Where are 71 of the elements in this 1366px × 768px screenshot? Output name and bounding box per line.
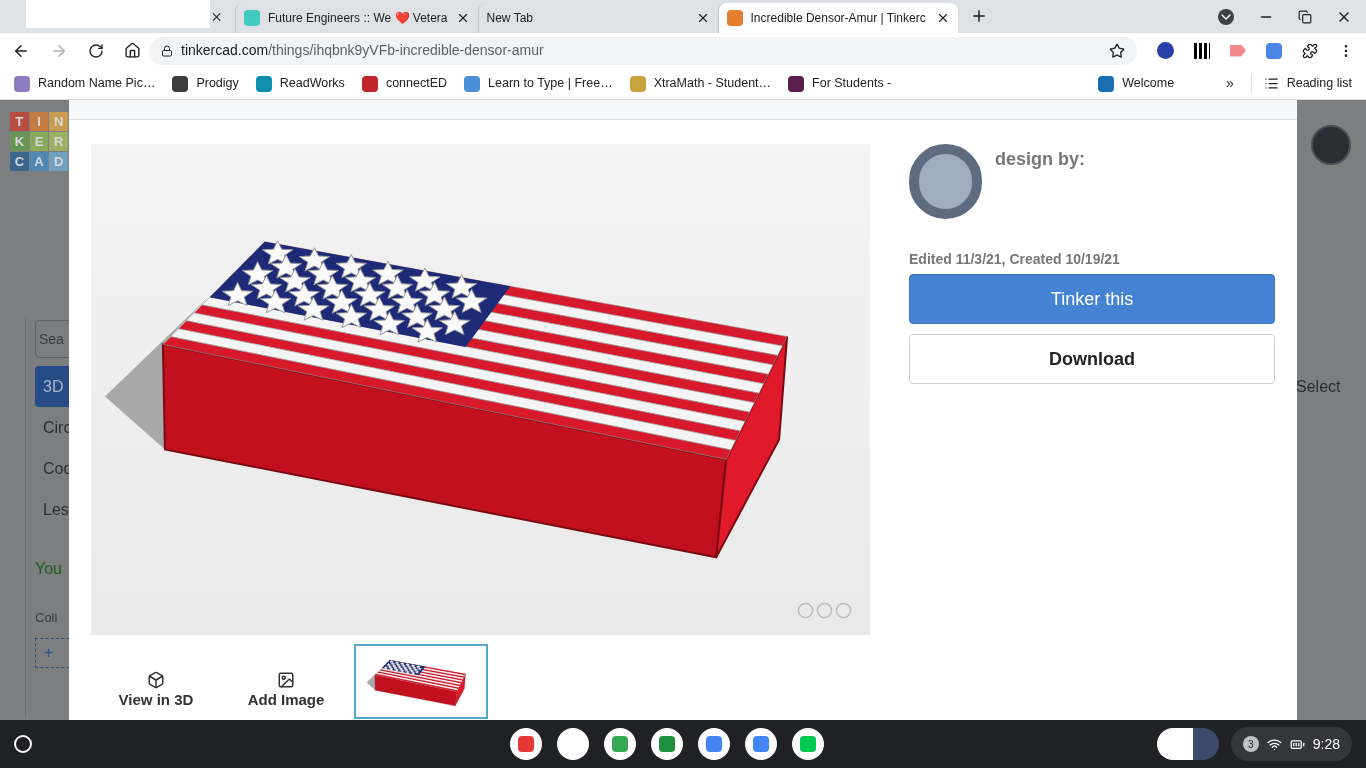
clock: 9:28 [1312, 734, 1340, 754]
app-icon[interactable] [651, 728, 683, 760]
download-button[interactable]: Download [909, 334, 1275, 384]
edit-dates: Edited 11/3/21, Created 10/19/21 [909, 250, 1121, 269]
tab-search-icon[interactable] [1218, 9, 1234, 25]
wifi-icon [1266, 736, 1282, 752]
reading-list-button[interactable]: Reading list [1250, 74, 1352, 93]
bookmark-link[interactable]: Learn to Type | Free… [464, 74, 613, 93]
bookmark-favicon-icon [464, 75, 481, 92]
bookmark-favicon-icon [788, 75, 805, 92]
logo-letter: I [29, 112, 49, 131]
tab-title: Future Engineers :: We ❤ Vetera [268, 10, 448, 27]
notification-count: 3 [1242, 736, 1259, 752]
logo-letter: C [10, 152, 29, 171]
bookmark-favicon-icon [1098, 75, 1115, 92]
select-label: Select [1296, 377, 1341, 397]
bookmark-favicon-icon [255, 75, 272, 92]
bookmark-link[interactable]: For Students - [788, 74, 892, 93]
bookmark-favicon-icon [172, 75, 189, 92]
picture-icon [277, 670, 295, 689]
bookmark-link[interactable]: XtraMath - Student… [629, 74, 772, 93]
bookmark-link[interactable]: Random Name Pic… [14, 74, 156, 93]
status-text: You [35, 559, 63, 579]
app-icon[interactable] [604, 728, 636, 760]
cube-icon [147, 670, 165, 689]
lock-icon [161, 44, 173, 57]
logo-letter: R [49, 132, 68, 151]
preview-thumbnail[interactable] [354, 644, 488, 719]
app-icon[interactable] [557, 728, 589, 760]
collections-label: Coll [35, 609, 59, 627]
browser-tab[interactable]: Incredible Densor-Amur | Tinkerc [717, 3, 958, 33]
user-avatar[interactable] [1311, 125, 1351, 165]
tab-favicon-icon [726, 10, 743, 26]
tab-title: Incredible Densor-Amur | Tinkerc [750, 10, 927, 27]
bookmark-link[interactable]: Prodigy [172, 74, 239, 93]
preview-action-button[interactable]: View in 3D [91, 670, 221, 719]
bookmark-link[interactable]: ReadWorks [255, 74, 345, 93]
home-icon[interactable] [124, 42, 141, 59]
app-icon[interactable] [698, 728, 730, 760]
browser-tab[interactable]: New Tab [477, 3, 718, 33]
logo-letter: T [10, 112, 29, 131]
extensions-icon[interactable] [1302, 42, 1318, 59]
restore-icon[interactable] [1298, 10, 1312, 24]
designer-label: design by: [995, 148, 1085, 171]
bookmark-favicon-icon [361, 75, 378, 92]
more-bookmarks-button[interactable]: » [1225, 73, 1234, 94]
tab-title: New Tab [486, 10, 534, 27]
preview-action-button[interactable]: Add Image [221, 670, 351, 719]
bookmark-favicon-icon [629, 75, 646, 92]
bookmark-link[interactable]: Welcome [1098, 74, 1175, 93]
logo-letter: E [29, 132, 49, 151]
app-icon[interactable] [745, 728, 777, 760]
app-icon[interactable] [510, 728, 542, 760]
bookmark-star-icon[interactable] [1109, 42, 1125, 59]
status-tray[interactable]: 3 9:28 [1230, 727, 1352, 761]
url-text: tinkercad.com/things/ihqbnk9yVFb-incredible-densor-amur [181, 41, 544, 60]
tinker-button[interactable]: Tinker this [909, 274, 1275, 324]
logo-letter: D [49, 152, 68, 171]
tab-favicon-icon [244, 10, 260, 26]
logo-letter: A [29, 152, 49, 171]
launcher-icon[interactable] [14, 735, 32, 753]
license-icon [797, 602, 852, 619]
list-icon [1263, 76, 1279, 91]
address-bar[interactable]: tinkercad.com/things/ihqbnk9yVFb-incredible-densor-amur [149, 36, 1137, 65]
bookmark-link[interactable]: connectED [361, 74, 448, 93]
logo-letter: N [49, 112, 68, 131]
logo-letter: K [10, 132, 29, 151]
bookmark-favicon-icon [14, 75, 30, 92]
app-icon[interactable] [792, 728, 824, 760]
browser-tab[interactable]: Future Engineers :: We ❤ Vetera [235, 3, 478, 33]
reload-icon[interactable] [88, 42, 104, 59]
